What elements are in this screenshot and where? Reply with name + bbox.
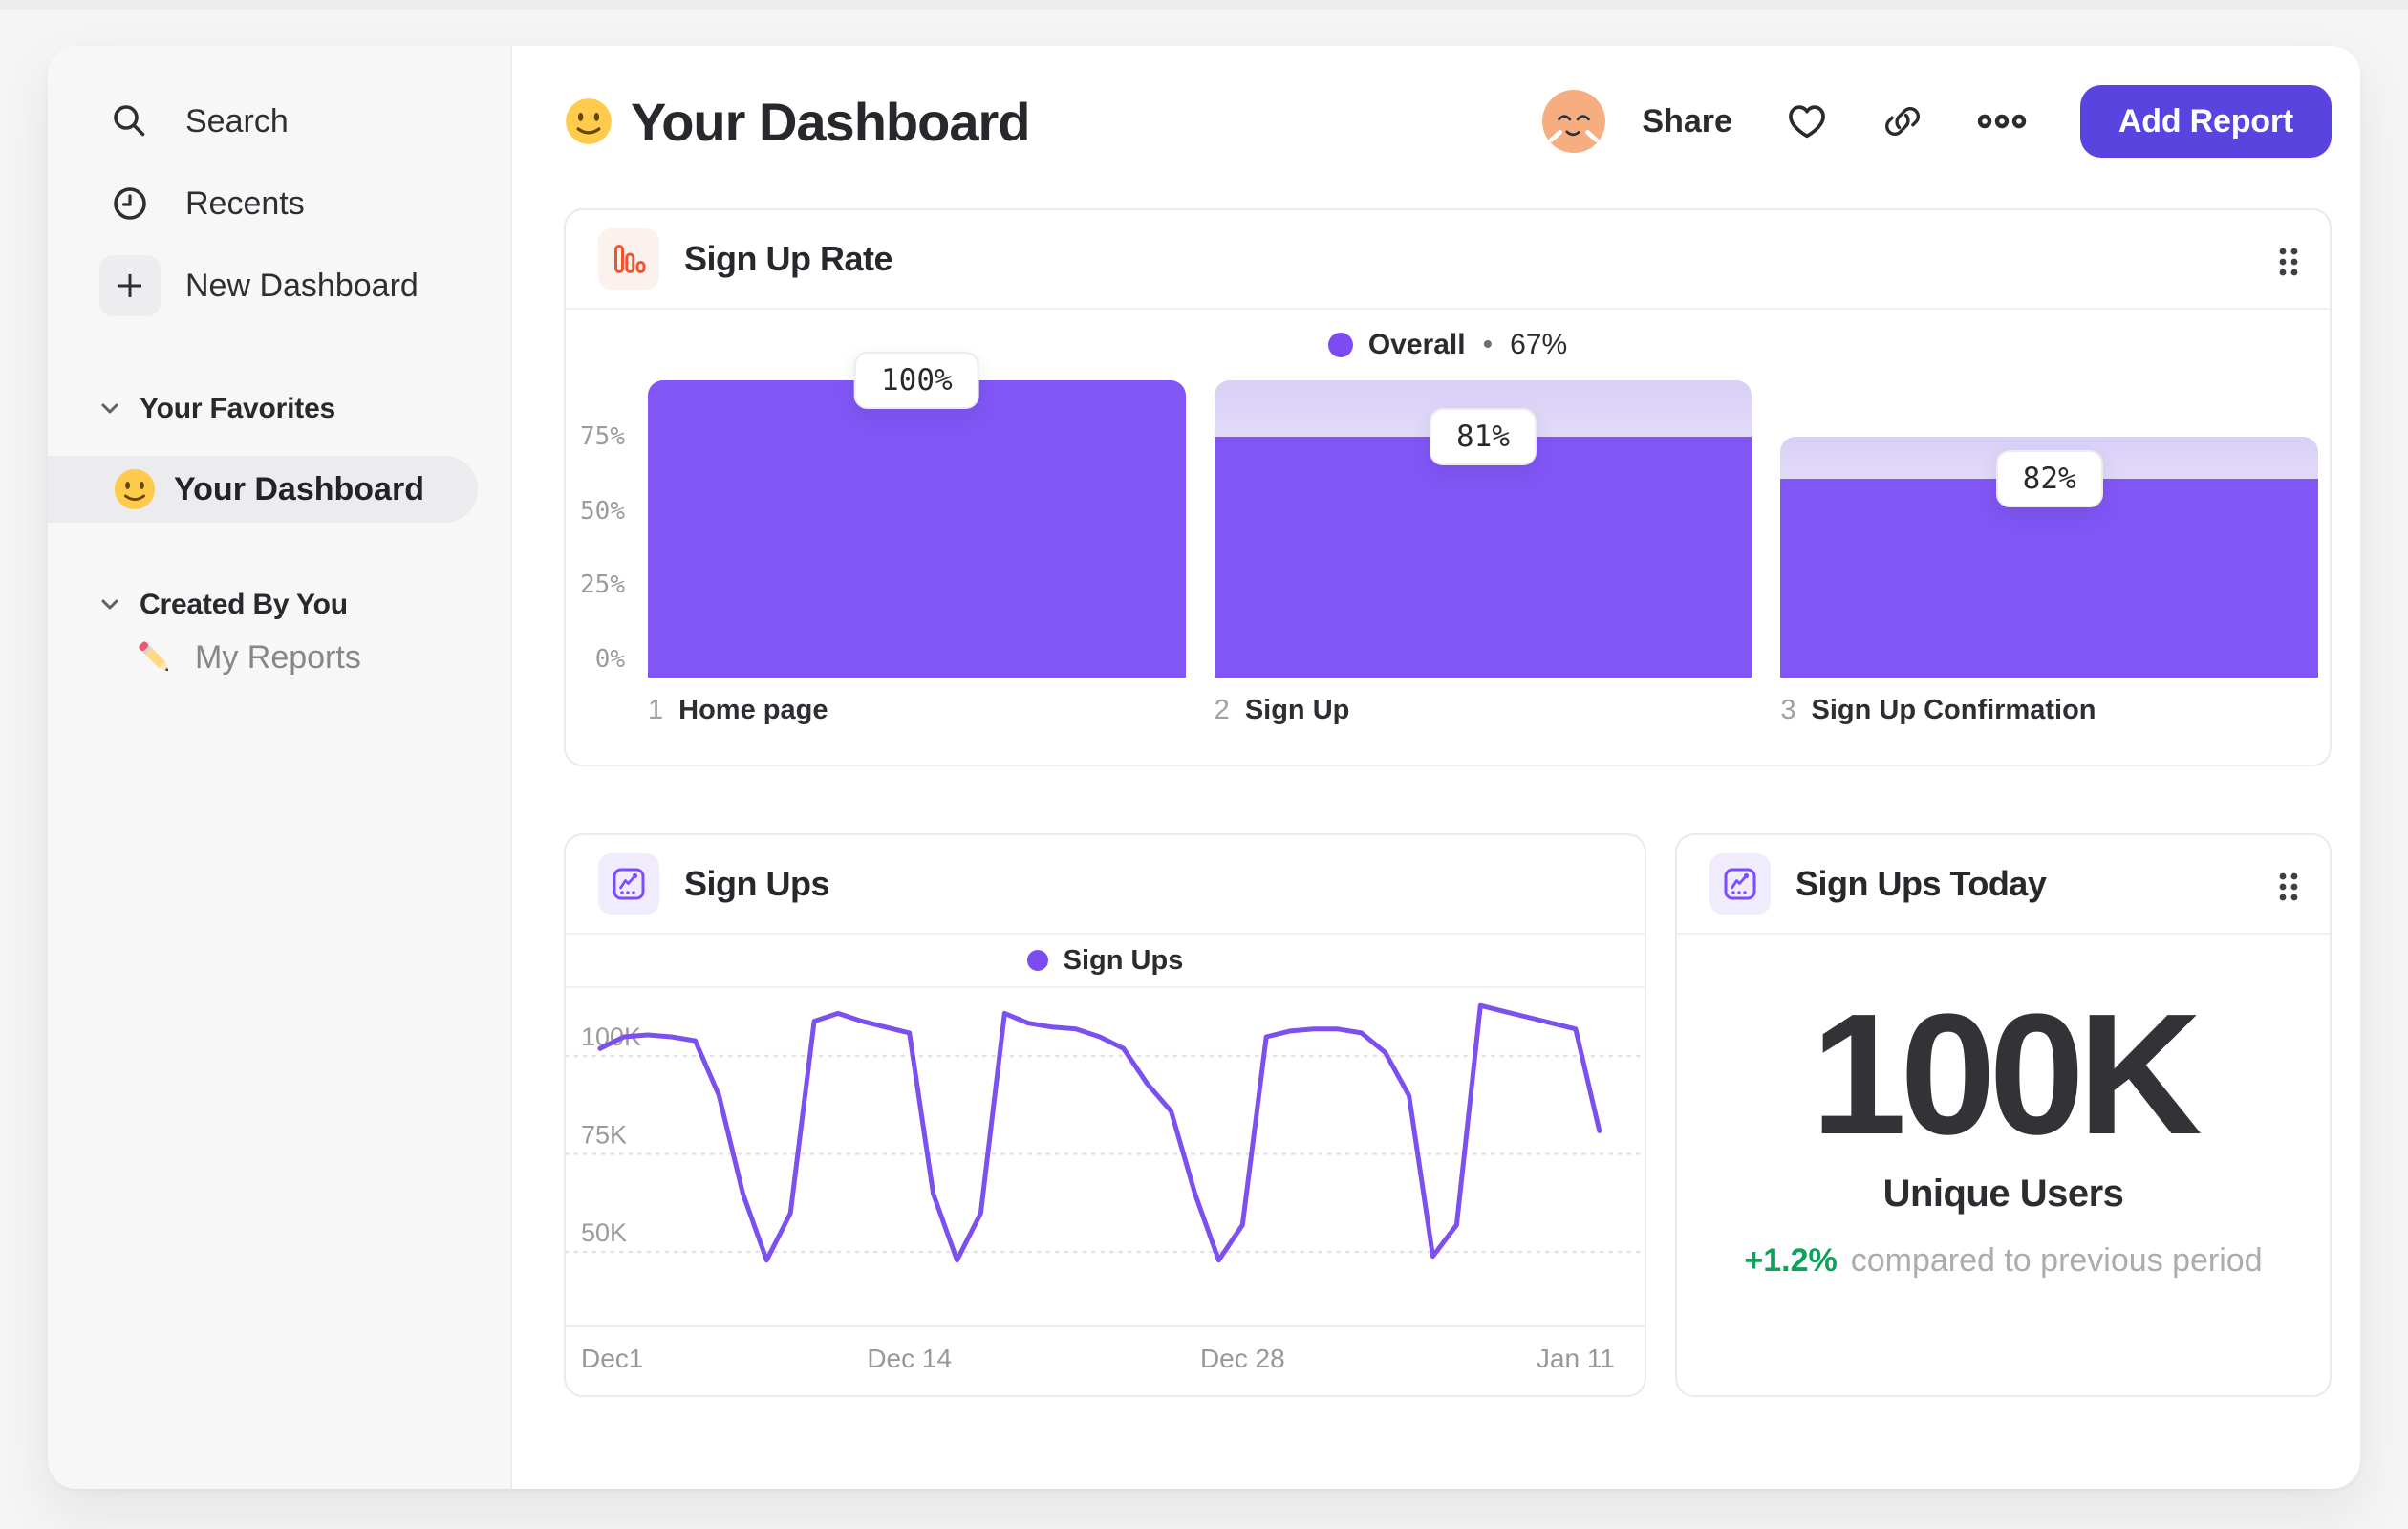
svg-text:Jan 11: Jan 11 [1537,1344,1615,1373]
sidebar-section-created-by-you[interactable]: Created By You [48,584,510,626]
funnel-bar-sign-up[interactable]: 81% [1214,380,1752,678]
dashboard-emoji-icon [564,97,613,146]
sign-up-rate-card-header: Sign Up Rate [566,210,2330,310]
share-button[interactable]: Share [1642,103,1732,140]
kpi-body: 100K Unique Users +1.2% compared to prev… [1677,984,2330,1280]
line-chart-icon [598,853,659,915]
more-options-icon[interactable] [1977,111,2027,132]
kpi-delta-row: +1.2% compared to previous period [1677,1242,2330,1280]
kpi-delta-value: +1.2% [1744,1242,1838,1279]
legend-label: Sign Ups [1063,944,1184,976]
line-legend: Sign Ups [566,935,1645,988]
search-icon [99,91,161,152]
chevron-down-icon [99,401,120,417]
funnel-bar-solid [1780,478,2319,678]
main-content: Your Dashboard Share Add Report Sign Up … [512,46,2360,1489]
step-name: Home page [678,695,828,725]
favorite-heart-icon[interactable] [1786,102,1828,140]
step-number: 1 [648,695,664,725]
card-title: Sign Ups [684,864,830,903]
app-window: Search Recents New Dashboard Your Favori… [48,46,2360,1489]
svg-text:75K: 75K [581,1121,627,1150]
funnel-bar-sign-up-confirmation[interactable]: 82% [1780,380,2319,678]
sidebar-item-my-reports[interactable]: My Reports [48,631,510,684]
kpi-value: 100K [1811,979,2202,1171]
browser-top-strip [0,0,2408,10]
legend-separator: • [1482,329,1494,360]
sign-ups-today-card: Sign Ups Today 100K Unique Users +1.2% c… [1675,833,2332,1397]
y-tick: 75% [580,421,625,451]
sidebar-item-label: Your Dashboard [174,470,424,507]
legend-value: 67% [1510,329,1568,360]
card-title: Sign Up Rate [684,239,893,278]
step-label: 2 Sign Up [1215,695,1752,726]
sidebar-section-your-favorites[interactable]: Your Favorites [48,388,510,430]
page-title: Your Dashboard [631,91,1030,152]
sign-ups-today-card-header: Sign Ups Today [1677,835,2330,935]
sign-ups-card: Sign Ups Sign Ups 100K 75K 50K Dec1 Dec 14 De… [564,833,1646,1397]
svg-text:Dec 28: Dec 28 [1200,1344,1285,1373]
funnel-y-axis: 75% 50% 25% 0% [566,380,634,678]
smiley-emoji-icon [113,467,157,511]
sidebar-item-recents[interactable]: Recents [48,162,510,245]
step-number: 3 [1780,695,1796,725]
kpi-delta-note: compared to previous period [1850,1242,2263,1279]
sidebar-item-your-dashboard-active[interactable]: Your Dashboard [48,456,478,523]
sign-ups-line-chart[interactable]: 100K75K50KDec1 Dec 14 Dec 28 Jan 11 [564,988,1646,1393]
card-title: Sign Ups Today [1795,864,2047,903]
drag-handle-icon[interactable] [2276,245,2301,284]
plus-icon [99,255,161,316]
step-number: 2 [1214,695,1230,725]
sidebar-item-label: Search [185,102,289,140]
sign-ups-card-header: Sign Ups [566,835,1645,935]
line-chart-icon [1709,853,1771,915]
avatar[interactable] [1542,90,1606,153]
page-header: Your Dashboard Share Add Report [564,65,2332,178]
funnel-bar-home-page[interactable]: 100% [648,352,1186,678]
funnel-chart: 75% 50% 25% 0% 100% 81% 82% [566,352,2330,678]
section-label: Your Favorites [140,393,336,424]
sidebar-item-search[interactable]: Search [48,80,510,162]
funnel-legend: Overall • 67% [566,310,2330,380]
svg-text:Dec1: Dec1 [581,1344,643,1373]
y-tick: 0% [594,645,625,674]
funnel-bar-solid [648,380,1186,678]
sidebar-item-label: Recents [185,184,305,222]
funnel-value-tooltip: 82% [1995,449,2103,507]
kpi-subtitle: Unique Users [1882,1173,2124,1215]
legend-dot [1327,333,1353,357]
y-tick: 25% [580,571,625,600]
step-name: Sign Up [1244,695,1350,725]
chevron-down-icon [99,597,120,613]
drag-handle-icon[interactable] [2276,870,2301,909]
step-label: 1 Home page [648,695,1186,726]
sign-up-rate-card: Sign Up Rate Overall • 67% 75% 50% 25% 0… [564,208,2332,766]
pencil-emoji-icon [134,636,176,678]
sidebar-item-label: New Dashboard [185,267,419,304]
funnel-chart-icon [598,228,659,290]
add-report-button[interactable]: Add Report [2079,85,2332,158]
svg-text:50K: 50K [581,1218,627,1247]
funnel-value-tooltip: 81% [1430,408,1537,466]
clock-icon [99,173,161,234]
funnel-step-labels: 1 Home page 2 Sign Up 3 Sign Up Confirma… [566,678,2330,726]
section-label: Created By You [140,589,348,620]
svg-text:Dec 14: Dec 14 [867,1344,952,1373]
step-label: 3 Sign Up Confirmation [1780,695,2318,726]
legend-dot [1026,950,1048,971]
y-tick: 50% [580,496,625,526]
funnel-value-tooltip: 100% [854,352,979,409]
step-name: Sign Up Confirmation [1811,695,2096,725]
sidebar-item-label: My Reports [195,638,361,676]
sidebar-item-new-dashboard[interactable]: New Dashboard [48,245,510,327]
sidebar: Search Recents New Dashboard Your Favori… [48,46,512,1489]
legend-label: Overall [1367,329,1466,360]
funnel-bar-solid [1214,437,1752,678]
copy-link-icon[interactable] [1881,100,1924,142]
